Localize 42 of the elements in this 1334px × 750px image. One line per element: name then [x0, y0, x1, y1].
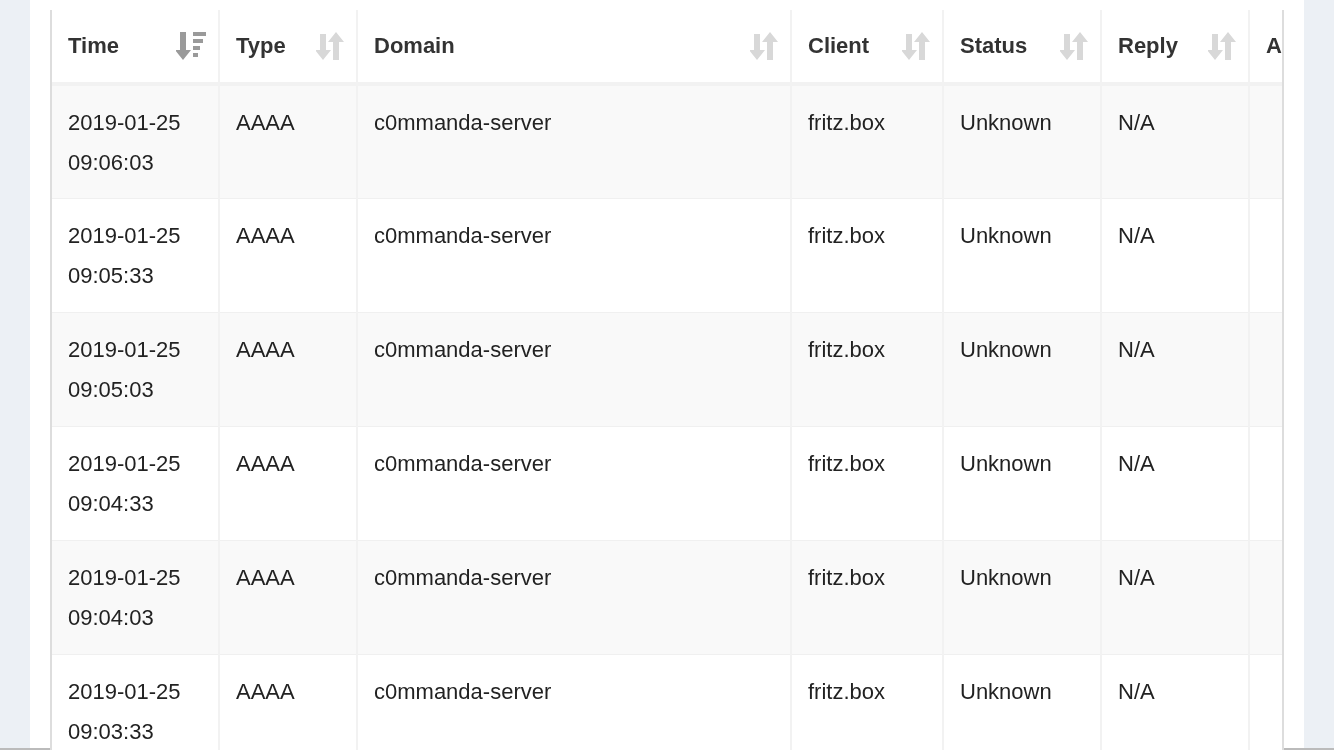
table-cell: c0mmanda-server — [374, 110, 552, 135]
table-cell: N/A — [1118, 564, 1155, 590]
table-cell: Unknown — [960, 336, 1052, 362]
table-cell: c0mmanda-server — [374, 336, 552, 362]
table-cell: AAAA — [236, 564, 295, 590]
table-cell: AAAA — [236, 336, 295, 362]
table-cell: Unknown — [960, 110, 1052, 135]
table-cell: 2019-01-25 09:04:33 — [68, 450, 181, 516]
table-cell: c0mmanda-server — [374, 564, 552, 590]
sort-icon[interactable] — [1060, 32, 1088, 60]
table-cell: fritz.box — [808, 564, 886, 590]
table-cell: AAAA — [236, 678, 295, 704]
table-cell: fritz.box — [808, 222, 886, 248]
sort-icon[interactable] — [902, 32, 930, 60]
table-cell: 2019-01-25 09:06:03 — [68, 110, 181, 175]
table-cell: fritz.box — [808, 336, 886, 362]
table-cell: N/A — [1118, 110, 1155, 135]
table-cell: Unknown — [960, 678, 1052, 704]
table-cell: 2019-01-25 09:03:33 — [68, 678, 181, 744]
table-cell: 2019-01-25 09:04:03 — [68, 564, 181, 630]
table-cell: AAAA — [236, 222, 295, 248]
table-cell: 2019-01-25 09:05:33 — [68, 222, 181, 288]
sort-descending-icon[interactable] — [176, 32, 206, 60]
table-cell: Unknown — [960, 450, 1052, 476]
table-cell: 2019-01-25 09:05:03 — [68, 336, 181, 402]
table-cell: fritz.box — [808, 678, 886, 704]
table-cell: AAAA — [236, 450, 295, 476]
table-cell: AAAA — [236, 110, 295, 135]
table-cell: fritz.box — [808, 110, 886, 135]
table-cell: N/A — [1118, 336, 1155, 362]
table-cell: Unknown — [960, 564, 1052, 590]
sort-icon[interactable] — [316, 32, 344, 60]
table-cell: c0mmanda-server — [374, 450, 552, 476]
table-cell: c0mmanda-server — [374, 678, 552, 704]
table-cell: c0mmanda-server — [374, 222, 552, 248]
table-cell: N/A — [1118, 678, 1155, 704]
table-cell: fritz.box — [808, 450, 886, 476]
sort-icon[interactable] — [1208, 32, 1236, 60]
table-cell: N/A — [1118, 222, 1155, 248]
table-cell: Unknown — [960, 222, 1052, 248]
sort-icon[interactable] — [750, 32, 778, 60]
table-cell: N/A — [1118, 450, 1155, 476]
